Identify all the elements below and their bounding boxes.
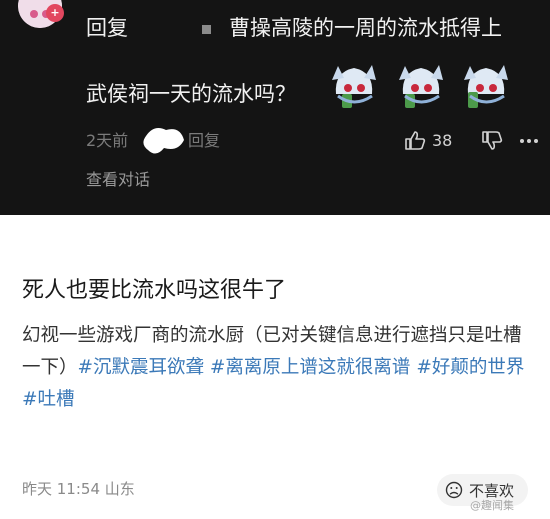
sticker (464, 65, 508, 108)
redaction-blur (143, 128, 184, 154)
hashtag-link[interactable]: #离离原上谱这就很离谱 (210, 357, 411, 378)
thumbs-up-icon (405, 131, 426, 150)
comment-screenshot: + 回复 曹操高陵的一周的流水抵得上 武侯祠一天的流水吗？ 2天前 回复 38 … (0, 0, 550, 215)
like-count: 38 (432, 131, 453, 150)
post-title: 死人也要比流水吗这很牛了 (22, 278, 287, 303)
redacted-mark (202, 24, 211, 34)
post-meta: 昨天 11:54 山东 (22, 478, 135, 500)
watermark: @趣闻集 (470, 499, 514, 512)
post-body: 幻视一些游戏厂商的流水厨（已对关键信息进行遮挡只是吐槽一下）#沉默震耳欲聋 #离… (22, 320, 532, 416)
sad-face-icon (445, 481, 463, 499)
hashtag-link[interactable]: #好颠的世界 (416, 357, 524, 378)
comment-meta: 2天前 回复 38 (86, 128, 538, 154)
more-icon[interactable] (519, 138, 539, 144)
comment-text-line2: 武侯祠一天的流水吗？ (86, 82, 296, 106)
reply-button[interactable]: 回复 (188, 128, 220, 154)
hashtag-link[interactable]: #吐槽 (22, 389, 75, 410)
post-location: 山东 (104, 480, 135, 498)
hashtag-link[interactable]: #沉默震耳欲聋 (78, 357, 205, 378)
reply-text: 曹操高陵的一周的流水抵得上 (229, 16, 502, 40)
view-conversation-link[interactable]: 查看对话 (86, 168, 150, 192)
like-button[interactable]: 38 (404, 128, 452, 154)
sticker (332, 65, 376, 108)
post-time: 昨天 11:54 (22, 480, 100, 498)
avatar-badge: + (46, 4, 64, 22)
comment-text-line1: 回复 曹操高陵的一周的流水抵得上 (86, 14, 502, 42)
reply-label: 回复 (86, 16, 128, 40)
sticker (399, 65, 443, 108)
comment-time: 2天前 (86, 131, 129, 150)
thumbs-down-icon[interactable] (481, 130, 503, 150)
